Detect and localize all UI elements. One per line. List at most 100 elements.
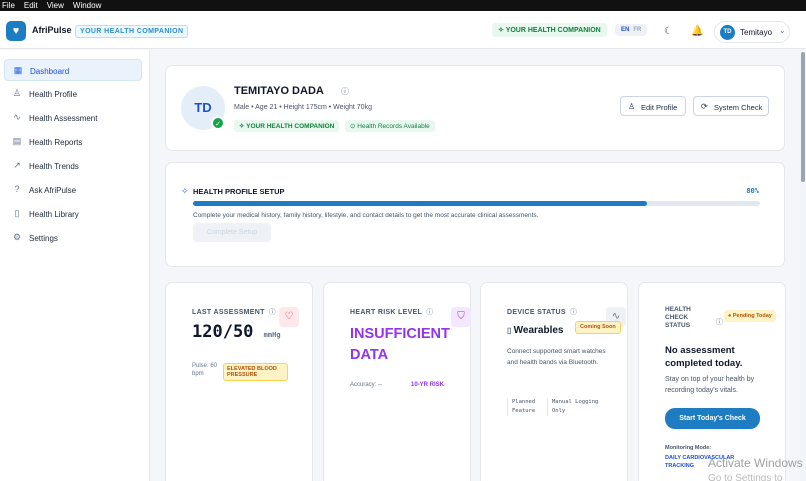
sidebar-item-ask-afripulse[interactable]: ? Ask AfriPulse [4,179,142,201]
menu-view[interactable]: View [47,1,64,10]
sparkle-icon: ✧ [498,27,506,34]
no-assessment-text: No assessment completed today. [665,345,743,369]
document-icon: ▤ [12,136,22,146]
device-description: Connect supported smart watches and heal… [507,348,606,366]
sidebar-item-label: Health Trends [29,162,79,171]
heart-risk-title: HEART RISK LEVEL [350,309,423,316]
heart-risk-card: HEART RISK LEVEL ⓘ ⛉ INSUFFICIENT DATA Ac… [323,282,471,481]
menu-window[interactable]: Window [73,1,101,10]
system-check-label: System Check [714,103,763,112]
sidebar-item-health-assessment[interactable]: ∿ Health Assessment [4,107,142,129]
device-status-card: DEVICE STATUS ⓘ ∿ ▯ Wearables Coming Soon… [480,282,628,481]
last-assessment-title-row: LAST ASSESSMENT ⓘ [192,307,276,317]
header-pill-label: YOUR HEALTH COMPANION [505,27,601,34]
health-check-title: HEALTH CHECK STATUS [665,306,691,329]
edit-profile-label: Edit Profile [641,103,678,112]
setup-card: ✧ HEALTH PROFILE SETUP 80% Complete your… [165,162,785,267]
sidebar-item-dashboard[interactable]: ▦ Dashboard [4,59,142,81]
help-icon: ? [14,184,20,194]
device-status-title: DEVICE STATUS [507,309,566,316]
wearables-label: Wearables [513,325,564,336]
top-header: ♥ AfriPulse YOUR HEALTH COMPANION ✧ YOUR… [0,11,806,49]
moon-icon[interactable]: ☾ [664,26,673,37]
activate-windows-hint: Go to Settings to activate Windows. [708,473,783,481]
profile-name: TEMITAYO DADA [234,85,324,97]
sidebar-item-health-reports[interactable]: ▤ Health Reports [4,131,142,153]
lang-en-button[interactable]: EN [621,27,629,33]
bell-icon[interactable]: 🔔 [691,26,703,37]
header-companion-pill: ✧ YOUR HEALTH COMPANION [492,23,607,37]
bp-unit: mmHg [263,331,281,339]
coming-soon-badge: Coming Soon [575,321,621,334]
lang-fr-button[interactable]: FR [633,27,641,33]
profile-card: TD ✓ TEMITAYO DADA ⓘ Male • Age 21 • Hei… [165,65,785,151]
user-name: Temitayo [740,28,773,37]
start-check-button[interactable]: Start Today's Check [665,408,760,429]
last-assessment-card: LAST ASSESSMENT ⓘ ♡ 120/50 mmHg Pulse: 60… [165,282,313,481]
health-check-card: HEALTH CHECK STATUS ⓘ ● Pending Today No… [638,282,786,481]
sidebar-item-settings[interactable]: ⚙ Settings [4,227,142,249]
info-icon[interactable]: ⓘ [716,317,723,327]
companion-badge-label: YOUR HEALTH COMPANION [246,123,335,130]
sidebar-item-label: Health Reports [29,138,83,147]
accuracy-text: Accuracy: -- [350,382,383,388]
manual-logging-tag: Manual Logging Only [547,398,607,416]
edit-profile-button[interactable]: ♙ Edit Profile [620,96,686,116]
sparkle-icon: ✧ [181,186,189,196]
menu-edit[interactable]: Edit [24,1,38,10]
user-menu[interactable]: TD Temitayo ⌄ [714,21,790,43]
profile-meta: Male • Age 21 • Height 175cm • Weight 70… [234,104,372,111]
menu-file[interactable]: File [2,1,15,10]
trend-icon: ↗ [13,160,21,170]
sidebar-item-label: Health Library [29,210,79,219]
companion-badge: ✧ YOUR HEALTH COMPANION [234,120,340,132]
setup-percent: 80% [746,187,759,195]
sidebar-item-label: Health Assessment [29,114,98,123]
planned-feature-tag: Planned Feature [507,398,549,416]
sidebar-item-health-profile[interactable]: ♙ Health Profile [4,83,142,105]
heart-risk-value: INSUFFICIENT DATA [350,326,450,363]
language-switcher: EN FR [615,24,648,36]
book-icon: ▯ [14,208,20,218]
brand-name: AfriPulse [32,25,72,35]
info-icon[interactable]: ⓘ [426,309,433,316]
heart-risk-title-row: HEART RISK LEVEL ⓘ [350,307,433,317]
monitoring-mode-label: Monitoring Mode: [665,445,712,451]
info-icon[interactable]: ⓘ [570,309,577,316]
setup-progress-track [193,201,760,206]
user-icon: ♙ [12,88,22,98]
bp-status-badge: ELEVATED BLOOD PRESSURE [223,363,288,381]
health-check-description: Stay on top of your health by recording … [665,376,755,394]
setup-progress-fill [193,201,647,206]
heart-logo-icon: ♥ [6,21,26,41]
records-badge-label: Health Records Available [357,123,430,130]
user-icon: ♙ [628,102,636,111]
activate-windows-watermark: Activate Windows [708,456,803,470]
last-assessment-title: LAST ASSESSMENT [192,309,265,316]
complete-setup-button[interactable]: Complete Setup [193,223,271,242]
wearables-row: ▯ Wearables [507,325,563,336]
verified-icon: ✓ [211,116,225,130]
sidebar-item-health-library[interactable]: ▯ Health Library [4,203,142,225]
avatar: TD [720,25,735,40]
sidebar-item-health-trends[interactable]: ↗ Health Trends [4,155,142,177]
pending-badge: ● Pending Today [724,310,776,322]
brand-tagline: YOUR HEALTH COMPANION [75,25,189,38]
grid-icon: ▦ [13,65,23,75]
info-icon[interactable]: ⓘ [341,86,349,97]
info-icon[interactable]: ⓘ [269,309,276,316]
sidebar-item-label: Settings [29,234,58,243]
window-menubar: File Edit View Window [0,0,806,11]
sidebar-item-label: Health Profile [29,90,78,99]
chevron-down-icon: ⌄ [779,26,786,35]
pulse-value: Pulse: 60 bpm [192,363,218,377]
device-status-title-row: DEVICE STATUS ⓘ [507,307,577,317]
records-badge: ⊙ Health Records Available [345,120,435,132]
pending-badge-label: Pending Today [732,313,772,319]
refresh-icon: ⟳ [701,102,708,111]
sidebar-item-label: Dashboard [30,67,70,76]
system-check-button[interactable]: ⟳ System Check [693,96,769,116]
sidebar-item-label: Ask AfriPulse [29,186,77,195]
ten-year-risk-label: 10-YR RISK [411,382,445,388]
scrollbar-thumb[interactable] [801,52,805,182]
